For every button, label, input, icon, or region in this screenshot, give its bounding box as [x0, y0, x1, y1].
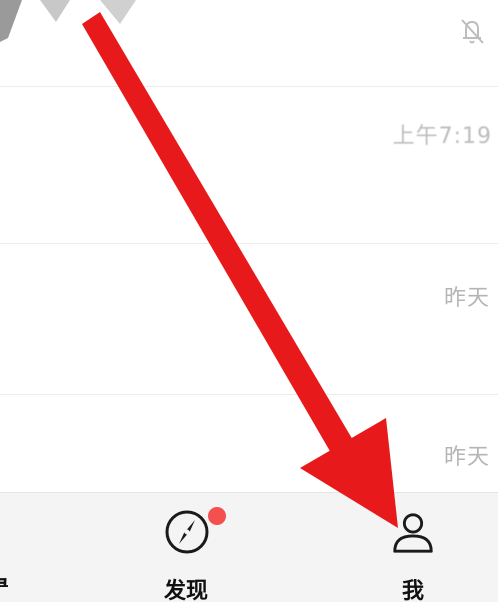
row-divider [0, 394, 498, 395]
tab-me[interactable]: 我 [380, 493, 450, 602]
tab-contacts[interactable]: 录 [0, 493, 40, 602]
chat-row[interactable]: 昨天 [0, 395, 498, 491]
bottom-tab-bar: 录 发现 我 [0, 492, 498, 602]
row-divider [0, 243, 498, 244]
tab-me-label: 我 [402, 579, 425, 602]
chat-row[interactable]: 昨天 [0, 244, 498, 394]
chat-row-time: 上午7:19 [392, 124, 492, 149]
chat-row-time: 昨天 [443, 445, 490, 470]
avatar-fragment [0, 0, 136, 42]
chat-row[interactable]: 上午7:19 [0, 86, 498, 243]
compass-icon [165, 510, 209, 554]
mute-bell-icon [461, 19, 484, 44]
tab-contacts-label: 录 [0, 571, 8, 587]
tab-discover-label: 发现 [164, 579, 209, 602]
tab-discover[interactable]: 发现 [150, 493, 240, 602]
chat-row-time: 昨天 [443, 286, 490, 311]
discover-badge-dot [208, 507, 226, 525]
person-icon [393, 513, 433, 553]
wechat-screen: 上午7:19 昨天 昨天 录 发现 我 [0, 0, 498, 602]
row-divider [0, 86, 498, 87]
